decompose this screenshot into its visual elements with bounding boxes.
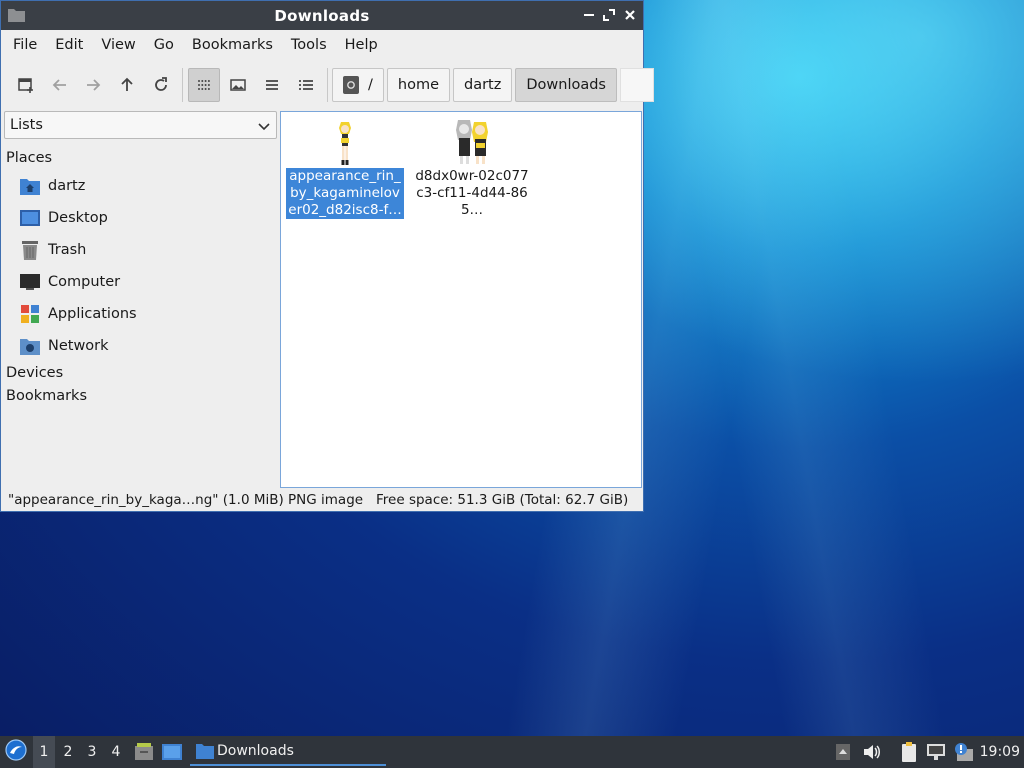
maximize-icon[interactable] (601, 7, 617, 23)
new-tab-icon[interactable] (10, 68, 42, 102)
sidebar-item-computer[interactable]: Computer (4, 266, 277, 298)
desktop-switch-1[interactable]: 1 (33, 736, 55, 768)
sidebar-item-home[interactable]: dartz (4, 170, 277, 202)
drive-icon (343, 76, 359, 94)
menu-bookmarks[interactable]: Bookmarks (184, 37, 281, 53)
file-item[interactable]: appearance_rin_by_kagaminelover02_d82isc… (284, 116, 406, 219)
taskbar: 1 2 3 4 Downloads 19:09 (0, 736, 1024, 768)
network-icon[interactable] (926, 736, 946, 768)
volume-icon[interactable] (862, 736, 882, 768)
update-notifier-icon[interactable] (952, 736, 974, 768)
desktop-switch-4[interactable]: 4 (105, 736, 127, 768)
folder-icon (196, 743, 214, 759)
sidebar-item-applications[interactable]: Applications (4, 298, 277, 330)
up-icon[interactable] (111, 68, 143, 102)
close-icon[interactable] (622, 7, 638, 23)
places-header[interactable]: Places (4, 147, 277, 170)
menu-view[interactable]: View (93, 37, 143, 53)
forward-icon[interactable] (77, 68, 109, 102)
path-root-label: / (368, 77, 373, 93)
taskbar-task-downloads[interactable]: Downloads (190, 738, 386, 766)
thumbnail-view-icon[interactable] (222, 68, 254, 102)
sidebar-item-network[interactable]: Network (4, 330, 277, 362)
side-pane-mode-select[interactable]: Lists (4, 111, 277, 139)
window-title: Downloads (274, 6, 370, 25)
sidebar-item-label: Trash (48, 242, 87, 258)
selection-info: "appearance_rin_by_kaga…ng" (1.0 MiB) PN… (8, 492, 364, 508)
file-manager-launcher-icon[interactable] (133, 736, 155, 768)
minimize-icon[interactable] (581, 7, 597, 23)
menu-tools[interactable]: Tools (283, 37, 335, 53)
side-pane-mode-label: Lists (10, 117, 43, 133)
icon-view-icon[interactable] (188, 68, 220, 102)
path-bar-filler (620, 68, 654, 102)
path-segment-home[interactable]: home (386, 68, 450, 102)
path-segment-dartz[interactable]: dartz (453, 68, 513, 102)
file-name: appearance_rin_by_kagaminelover02_d82isc… (286, 168, 404, 219)
sidebar-item-desktop[interactable]: Desktop (4, 202, 277, 234)
computer-icon (20, 272, 40, 292)
image-thumbnail (411, 116, 533, 166)
titlebar: Downloads (1, 1, 643, 30)
lubuntu-logo-icon (5, 739, 27, 765)
file-manager-window: Downloads File Edit View Go Bookmarks To… (0, 0, 654, 512)
sidebar-item-trash[interactable]: Trash (4, 234, 277, 266)
path-root-button[interactable]: / (332, 68, 384, 102)
desktop-icon (20, 208, 40, 228)
applications-icon (20, 304, 40, 324)
sidebar-item-label: Computer (48, 274, 121, 290)
menu-file[interactable]: File (5, 37, 45, 53)
show-desktop-icon[interactable] (161, 736, 183, 768)
detailed-list-icon[interactable] (290, 68, 322, 102)
task-label: Downloads (217, 743, 294, 759)
sidebar-item-label: Applications (48, 306, 137, 322)
toolbar-separator (182, 68, 183, 102)
trash-icon (20, 240, 40, 260)
path-segment-downloads[interactable]: Downloads (515, 68, 617, 102)
status-bar: "appearance_rin_by_kaga…ng" (1.0 MiB) PN… (1, 489, 643, 511)
file-item[interactable]: d8dx0wr-02c077c3-cf11-4d44-865… (411, 116, 533, 219)
file-view[interactable]: appearance_rin_by_kagaminelover02_d82isc… (280, 111, 642, 488)
back-icon[interactable] (44, 68, 76, 102)
clock[interactable]: 19:09 (980, 736, 1020, 768)
desktop-switch-2[interactable]: 2 (57, 736, 79, 768)
bookmarks-header[interactable]: Bookmarks (4, 385, 277, 408)
devices-header[interactable]: Devices (4, 362, 277, 385)
toolbar: / home dartz Downloads (1, 64, 654, 106)
menu-go[interactable]: Go (146, 37, 182, 53)
home-folder-icon (20, 176, 40, 196)
tray-arrow-icon[interactable] (834, 736, 852, 768)
sidebar: Places dartz Desktop Trash Computer Appl… (4, 147, 277, 408)
reload-icon[interactable] (145, 68, 177, 102)
chevron-down-icon (258, 120, 270, 136)
path-bar: / home dartz Downloads (332, 68, 654, 102)
sidebar-item-label: Desktop (48, 210, 108, 226)
menu-help[interactable]: Help (337, 37, 386, 53)
menubar: File Edit View Go Bookmarks Tools Help (1, 30, 643, 60)
file-name: d8dx0wr-02c077c3-cf11-4d44-865… (415, 168, 529, 218)
compact-view-icon[interactable] (256, 68, 288, 102)
free-space-info: Free space: 51.3 GiB (Total: 62.7 GiB) (376, 492, 629, 508)
sidebar-item-label: Network (48, 338, 109, 354)
sidebar-item-label: dartz (48, 178, 86, 194)
toolbar-separator (327, 68, 328, 102)
clipboard-icon[interactable] (899, 736, 919, 768)
start-menu-button[interactable] (3, 736, 29, 768)
menu-edit[interactable]: Edit (47, 37, 91, 53)
desktop-switch-3[interactable]: 3 (81, 736, 103, 768)
image-thumbnail (284, 116, 406, 166)
network-folder-icon (20, 336, 40, 356)
